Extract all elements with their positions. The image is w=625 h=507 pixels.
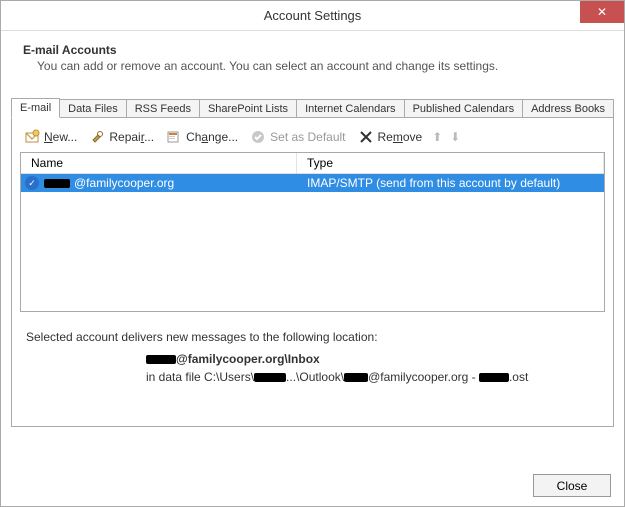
tab-internet-calendars[interactable]: Internet Calendars bbox=[296, 99, 405, 117]
delivery-intro: Selected account delivers new messages t… bbox=[26, 330, 599, 344]
remove-icon bbox=[358, 129, 374, 145]
delivery-info: Selected account delivers new messages t… bbox=[20, 330, 605, 384]
window-close-button[interactable]: ✕ bbox=[580, 1, 624, 23]
account-name-suffix: @familycooper.org bbox=[74, 176, 174, 190]
redacted-text bbox=[146, 355, 176, 364]
redacted-text bbox=[44, 179, 70, 188]
default-icon bbox=[250, 129, 266, 145]
tab-published-calendars[interactable]: Published Calendars bbox=[404, 99, 524, 117]
tab-rss-feeds[interactable]: RSS Feeds bbox=[126, 99, 200, 117]
header-title: E-mail Accounts bbox=[23, 43, 602, 57]
dialog-buttons: Close bbox=[533, 474, 611, 497]
remove-account-button[interactable]: Remove bbox=[356, 128, 425, 146]
close-button[interactable]: Close bbox=[533, 474, 611, 497]
new-icon bbox=[24, 129, 40, 145]
column-type[interactable]: Type bbox=[297, 153, 604, 173]
accounts-list[interactable]: Name Type ✓ @familycooper.org IMAP/SMTP … bbox=[20, 152, 605, 312]
close-icon: ✕ bbox=[597, 5, 607, 19]
delivery-path: in data file C:\Users\...\Outlook\@famil… bbox=[26, 370, 599, 384]
tab-strip: E-mail Data Files RSS Feeds SharePoint L… bbox=[11, 95, 614, 117]
tab-email[interactable]: E-mail bbox=[11, 98, 60, 118]
account-row[interactable]: ✓ @familycooper.org IMAP/SMTP (send from… bbox=[21, 174, 604, 192]
dialog-header: E-mail Accounts You can add or remove an… bbox=[1, 31, 624, 81]
move-down-button: ⬇ bbox=[450, 130, 460, 144]
tab-sharepoint-lists[interactable]: SharePoint Lists bbox=[199, 99, 297, 117]
title-bar: Account Settings ✕ bbox=[1, 1, 624, 31]
move-up-button: ⬆ bbox=[432, 130, 442, 144]
set-default-button: Set as Default bbox=[248, 128, 347, 146]
repair-icon bbox=[89, 129, 105, 145]
column-name[interactable]: Name bbox=[21, 153, 297, 173]
accounts-toolbar: New... Repair... Change... Set as Defaul… bbox=[20, 126, 605, 152]
list-header: Name Type bbox=[21, 153, 604, 174]
header-subtitle: You can add or remove an account. You ca… bbox=[23, 59, 602, 73]
default-account-icon: ✓ bbox=[25, 176, 39, 190]
redacted-text bbox=[344, 373, 368, 382]
new-account-button[interactable]: New... bbox=[22, 128, 79, 146]
account-name-cell: ✓ @familycooper.org bbox=[21, 176, 297, 190]
tab-data-files[interactable]: Data Files bbox=[59, 99, 127, 117]
change-icon bbox=[166, 129, 182, 145]
delivery-location: @familycooper.org\Inbox bbox=[26, 352, 599, 366]
account-type-cell: IMAP/SMTP (send from this account by def… bbox=[297, 176, 604, 190]
change-account-button[interactable]: Change... bbox=[164, 128, 240, 146]
window-title: Account Settings bbox=[1, 8, 624, 23]
tab-panel-email: New... Repair... Change... Set as Defaul… bbox=[11, 117, 614, 427]
redacted-text bbox=[254, 373, 286, 382]
tab-address-books[interactable]: Address Books bbox=[522, 99, 614, 117]
redacted-text bbox=[479, 373, 509, 382]
repair-account-button[interactable]: Repair... bbox=[87, 128, 156, 146]
